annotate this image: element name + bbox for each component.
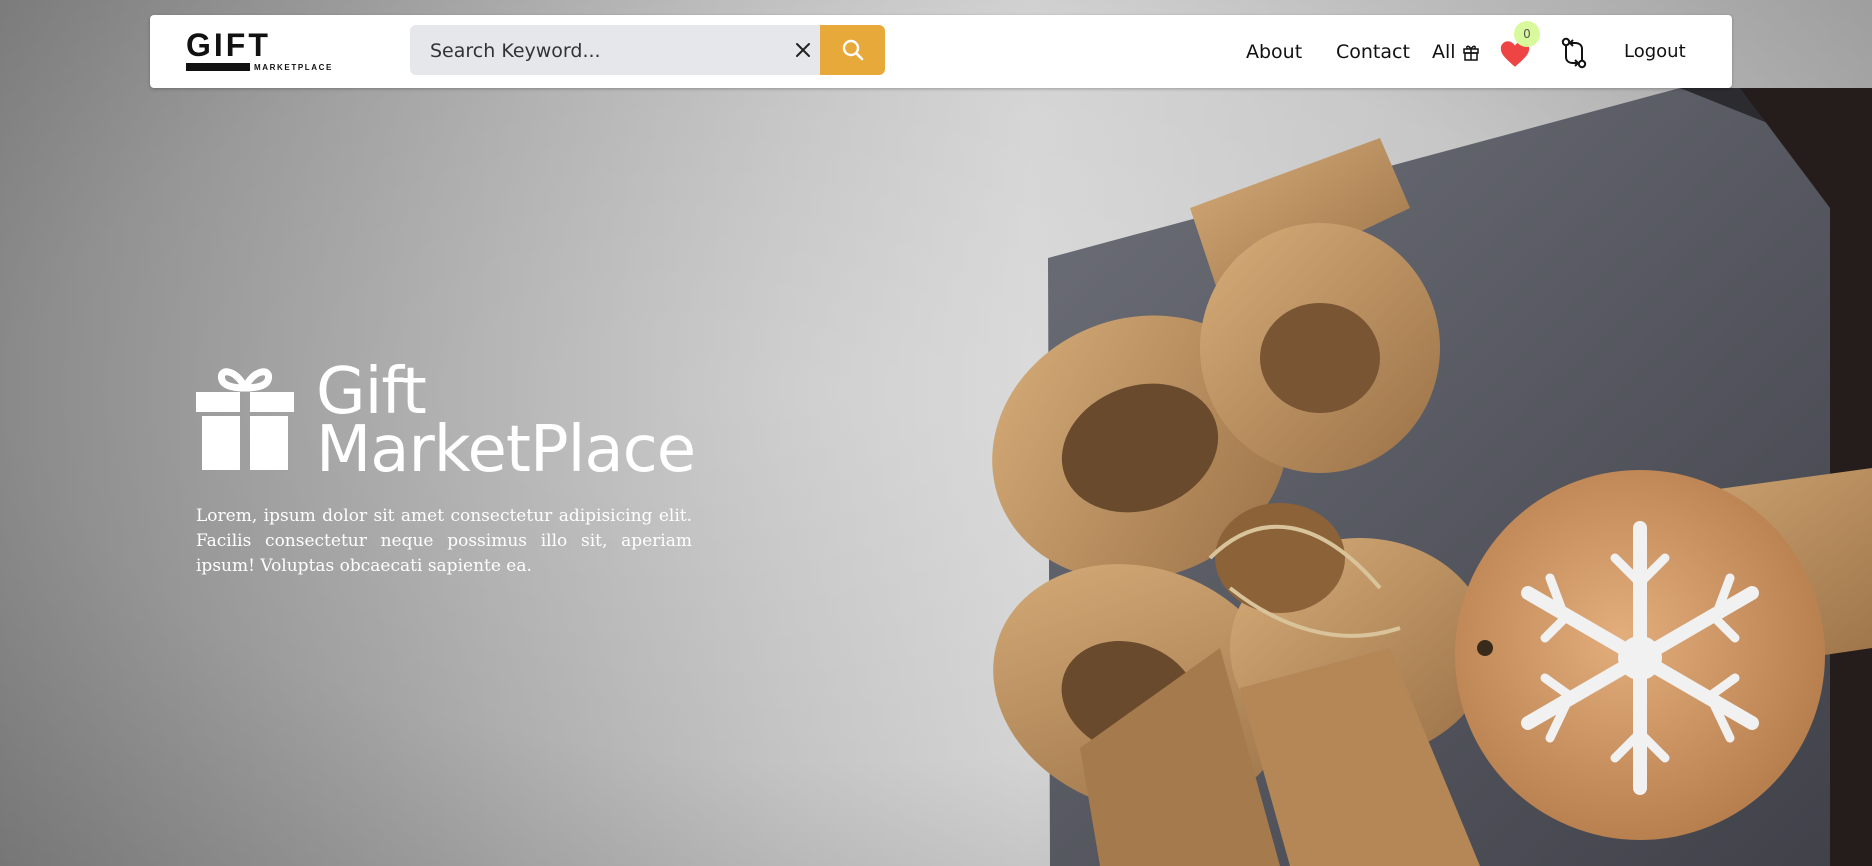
top-navbar: GIFT MARKETPLACE About Contact All <box>150 15 1732 88</box>
gift-icon <box>1462 45 1479 61</box>
hero-title: Gift MarketPlace <box>196 360 796 487</box>
close-icon <box>796 43 810 57</box>
logout-link[interactable]: Logout <box>1624 40 1686 64</box>
search-icon <box>842 39 863 61</box>
search-bar <box>410 25 834 75</box>
gift-icon <box>196 368 294 470</box>
clear-search-button[interactable] <box>790 37 816 63</box>
nav-about-link[interactable]: About <box>1246 40 1302 64</box>
gift-box-photo <box>992 88 1872 866</box>
site-logo[interactable]: GIFT MARKETPLACE <box>186 27 346 77</box>
logo-underline <box>186 63 250 71</box>
search-button[interactable] <box>820 25 885 75</box>
wishlist-count-badge: 0 <box>1514 21 1540 47</box>
compare-button[interactable] <box>1558 35 1590 71</box>
logo-wordmark: GIFT <box>186 27 271 63</box>
nav-contact-link[interactable]: Contact <box>1336 40 1410 64</box>
search-input[interactable] <box>428 37 772 65</box>
compare-arrows-icon <box>1561 37 1587 69</box>
nav-all-categories[interactable]: All <box>1432 40 1480 64</box>
hero-title-line2: MarketPlace <box>316 413 696 487</box>
nav-all-label: All <box>1432 41 1456 63</box>
hero-description: Lorem, ipsum dolor sit amet consectetur … <box>196 506 692 576</box>
logo-subtitle: MARKETPLACE <box>254 63 333 72</box>
